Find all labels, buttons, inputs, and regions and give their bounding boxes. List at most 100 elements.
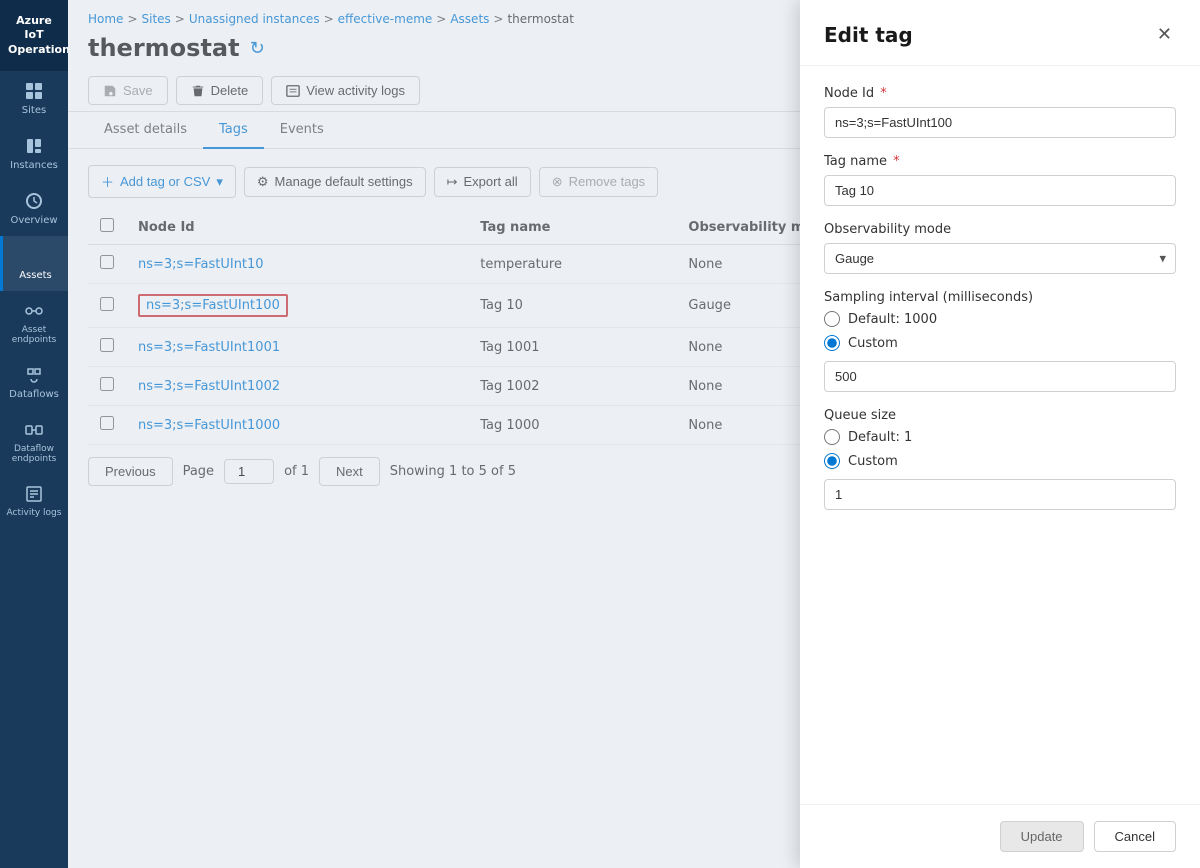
save-button[interactable]: Save — [88, 76, 168, 105]
sampling-custom-option[interactable]: Custom — [824, 335, 1176, 351]
export-all-button[interactable]: ↦ Export all — [434, 167, 531, 197]
tab-tags[interactable]: Tags — [203, 112, 264, 149]
breadcrumb-home[interactable]: Home — [88, 12, 123, 26]
sidebar-label-assets: Assets — [19, 270, 52, 281]
sidebar-item-asset-endpoints[interactable]: Asset endpoints — [0, 291, 68, 355]
close-panel-button[interactable]: ✕ — [1153, 20, 1176, 49]
sidebar-item-instances[interactable]: Instances — [0, 126, 68, 181]
page-number-input[interactable] — [224, 459, 274, 484]
highlighted-node-id[interactable]: ns=3;s=FastUInt100 — [138, 294, 288, 317]
col-node-id: Node Id — [126, 210, 468, 245]
sidebar-item-dataflows[interactable]: Dataflows — [0, 355, 68, 410]
sidebar-item-activity-logs[interactable]: Activity logs — [0, 474, 68, 528]
node-id-cell-5[interactable]: ns=3;s=FastUInt1000 — [126, 406, 468, 445]
queue-default-radio[interactable] — [824, 429, 840, 445]
breadcrumb-effective-meme[interactable]: effective-meme — [338, 12, 433, 26]
view-activity-button[interactable]: View activity logs — [271, 76, 420, 105]
export-icon: ↦ — [447, 174, 458, 190]
tab-asset-details[interactable]: Asset details — [88, 112, 203, 149]
remove-icon: ⊗ — [552, 174, 563, 190]
tag-name-cell-1: temperature — [468, 245, 676, 284]
assets-icon — [26, 246, 46, 266]
manage-settings-button[interactable]: ⚙ Manage default settings — [244, 167, 426, 197]
panel-title: Edit tag — [824, 23, 913, 47]
observability-label: Observability mode — [824, 222, 1176, 237]
sidebar-label-dataflows: Dataflows — [9, 389, 59, 400]
node-id-cell-1[interactable]: ns=3;s=FastUInt10 — [126, 245, 468, 284]
sync-icon[interactable]: ↻ — [250, 38, 265, 59]
sidebar-item-dataflow-endpoints[interactable]: Dataflow endpoints — [0, 410, 68, 474]
node-id-input[interactable] — [824, 107, 1176, 138]
queue-custom-radio[interactable] — [824, 453, 840, 469]
dataflows-icon — [24, 365, 44, 385]
edit-panel: Edit tag ✕ Node Id * Tag name * Observab… — [800, 0, 1200, 868]
sidebar-item-sites[interactable]: Sites — [0, 71, 68, 126]
breadcrumb-unassigned[interactable]: Unassigned instances — [189, 12, 320, 26]
overview-icon — [24, 191, 44, 211]
sampling-label: Sampling interval (milliseconds) — [824, 290, 1176, 305]
panel-footer: Update Cancel — [800, 804, 1200, 868]
observability-select[interactable]: None Gauge Counter Histogram Log — [824, 243, 1176, 274]
breadcrumb-sites[interactable]: Sites — [142, 12, 171, 26]
sidebar-item-overview[interactable]: Overview — [0, 181, 68, 236]
plus-icon: ＋ — [101, 172, 114, 191]
node-id-cell-4[interactable]: ns=3;s=FastUInt1002 — [126, 367, 468, 406]
observability-select-wrapper: None Gauge Counter Histogram Log ▾ — [824, 243, 1176, 274]
add-tag-button[interactable]: ＋ Add tag or CSV ▾ — [88, 165, 236, 198]
logs-icon — [24, 484, 44, 504]
instances-icon — [24, 136, 44, 156]
remove-tags-button[interactable]: ⊗ Remove tags — [539, 167, 659, 197]
sidebar-label-overview: Overview — [10, 215, 57, 226]
tag-name-cell-2: Tag 10 — [468, 284, 676, 328]
node-id-label: Node Id * — [824, 86, 1176, 101]
panel-header: Edit tag ✕ — [800, 0, 1200, 66]
previous-button[interactable]: Previous — [88, 457, 173, 486]
tag-name-cell-3: Tag 1001 — [468, 328, 676, 367]
sampling-default-radio[interactable] — [824, 311, 840, 327]
tag-name-cell-5: Tag 1000 — [468, 406, 676, 445]
queue-size-label: Queue size — [824, 408, 1176, 423]
node-id-cell-2[interactable]: ns=3;s=FastUInt100 — [126, 284, 468, 328]
row-checkbox-2[interactable] — [100, 297, 114, 311]
endpoints-icon — [24, 301, 44, 321]
sidebar-label-asset-endpoints: Asset endpoints — [4, 325, 64, 345]
breadcrumb-assets[interactable]: Assets — [450, 12, 489, 26]
queue-size-group: Queue size Default: 1 Custom — [824, 408, 1176, 510]
cancel-button[interactable]: Cancel — [1094, 821, 1176, 852]
next-button[interactable]: Next — [319, 457, 380, 486]
row-checkbox-3[interactable] — [100, 338, 114, 352]
save-icon — [103, 84, 117, 98]
queue-default-option[interactable]: Default: 1 — [824, 429, 1176, 445]
sidebar-label-instances: Instances — [10, 160, 58, 171]
row-checkbox-4[interactable] — [100, 377, 114, 391]
queue-custom-option[interactable]: Custom — [824, 453, 1176, 469]
tag-name-input[interactable] — [824, 175, 1176, 206]
node-id-group: Node Id * — [824, 86, 1176, 138]
row-checkbox-5[interactable] — [100, 416, 114, 430]
df-endpoints-icon — [24, 420, 44, 440]
update-button[interactable]: Update — [1000, 821, 1084, 852]
row-checkbox-1[interactable] — [100, 255, 114, 269]
sampling-default-option[interactable]: Default: 1000 — [824, 311, 1176, 327]
tab-events[interactable]: Events — [264, 112, 340, 149]
close-icon: ✕ — [1157, 24, 1172, 45]
sampling-custom-radio[interactable] — [824, 335, 840, 351]
sidebar-label-dataflow-endpoints: Dataflow endpoints — [4, 444, 64, 464]
showing-text: Showing 1 to 5 of 5 — [390, 464, 516, 479]
sampling-custom-input[interactable] — [824, 361, 1176, 392]
sidebar-label-activity-logs: Activity logs — [7, 508, 62, 518]
panel-body: Node Id * Tag name * Observability mode … — [800, 66, 1200, 804]
queue-custom-input[interactable] — [824, 479, 1176, 510]
gear-icon: ⚙ — [257, 174, 269, 190]
select-all-checkbox[interactable] — [100, 218, 114, 232]
sidebar: Azure IoT Operations Sites Instances Ove… — [0, 0, 68, 868]
app-title: Azure IoT Operations — [0, 0, 68, 71]
delete-icon — [191, 84, 205, 98]
sampling-radio-group: Default: 1000 Custom — [824, 311, 1176, 351]
breadcrumb-thermostat: thermostat — [507, 12, 573, 26]
delete-button[interactable]: Delete — [176, 76, 264, 105]
node-id-cell-3[interactable]: ns=3;s=FastUInt1001 — [126, 328, 468, 367]
sidebar-item-assets[interactable]: Assets — [0, 236, 68, 291]
dropdown-icon: ▾ — [216, 174, 223, 190]
observability-group: Observability mode None Gauge Counter Hi… — [824, 222, 1176, 274]
